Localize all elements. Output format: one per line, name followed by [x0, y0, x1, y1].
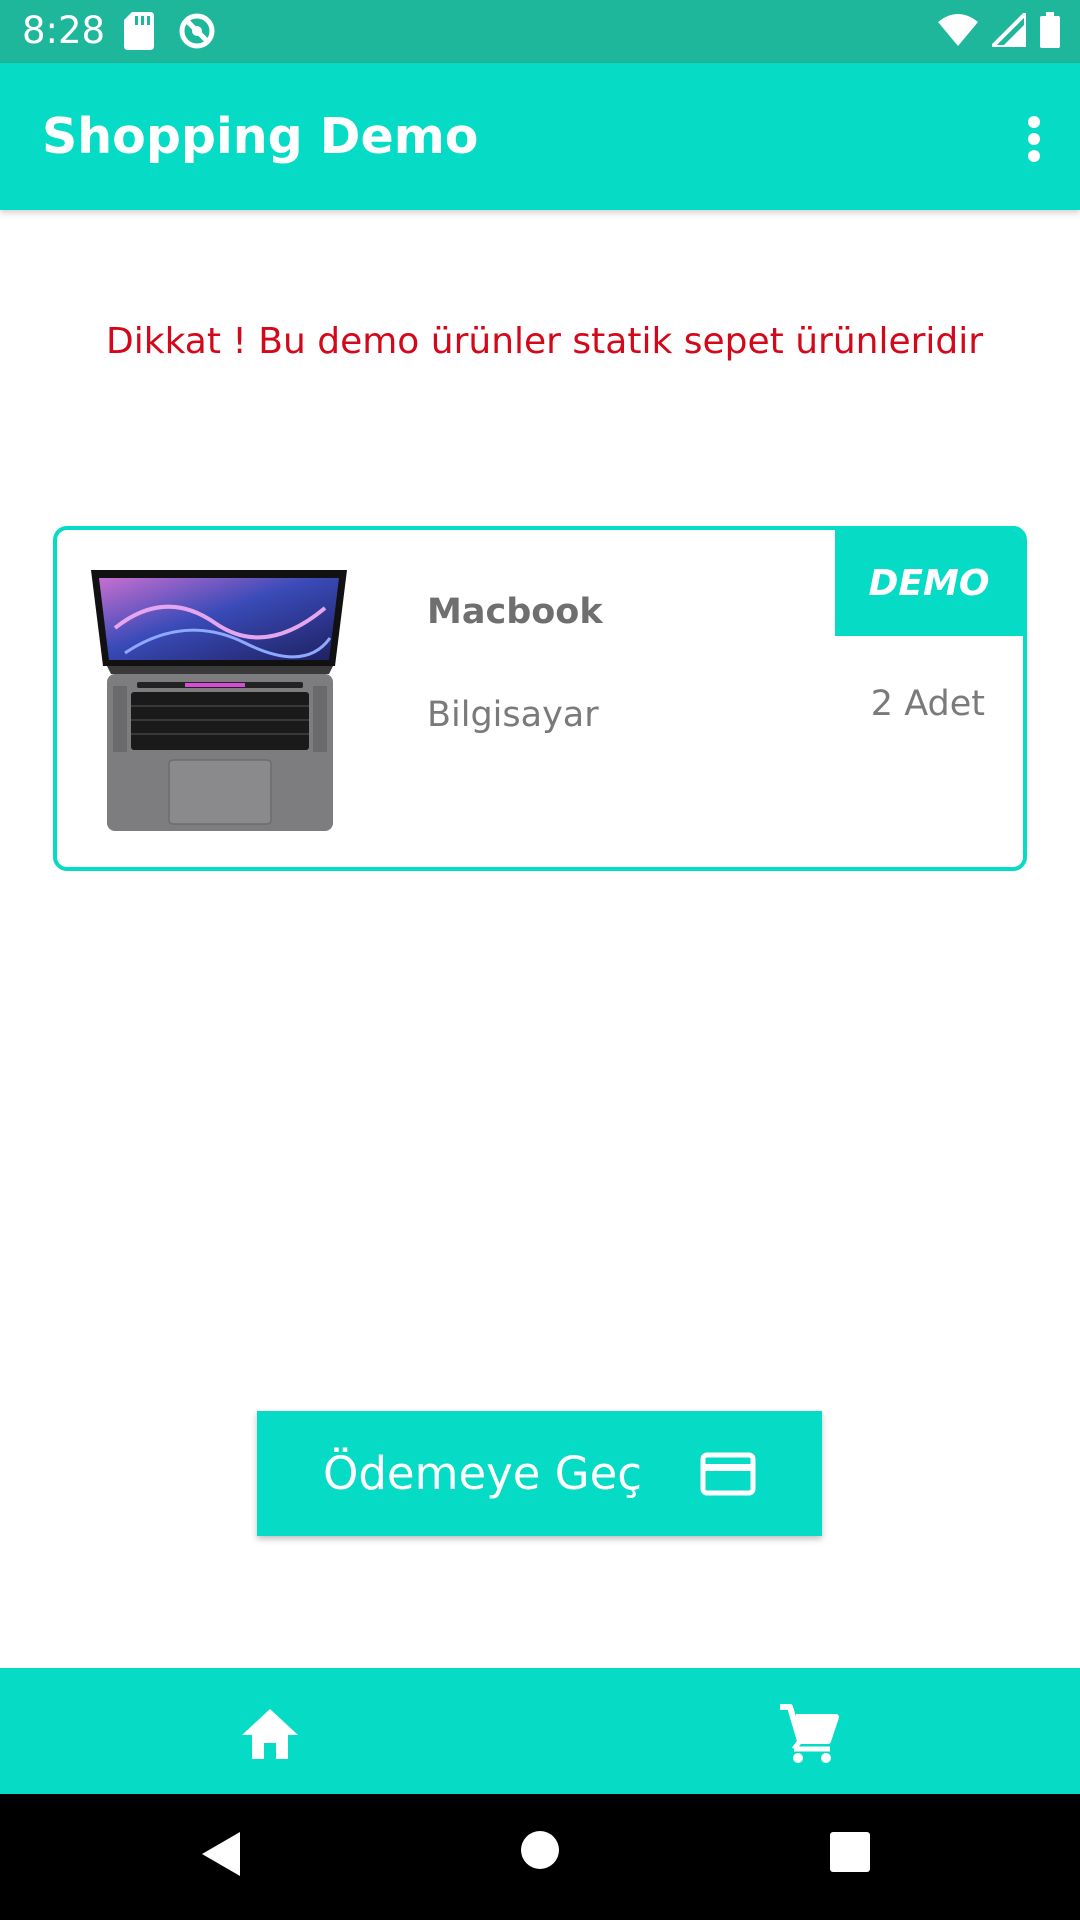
wifi-icon: [938, 14, 978, 46]
product-category: Bilgisayar: [427, 695, 599, 735]
laptop-image: [91, 570, 347, 831]
nav-home-button[interactable]: [238, 1701, 302, 1765]
overflow-menu-button[interactable]: [1006, 103, 1062, 175]
demo-badge: DEMO: [835, 530, 1023, 636]
product-quantity: 2 Adet: [870, 684, 985, 724]
demo-warning-text: Dikkat ! Bu demo ürünler statik sepet ür…: [106, 321, 984, 362]
recents-icon[interactable]: [830, 1832, 870, 1872]
credit-card-icon: [700, 1452, 756, 1495]
app-bar: Shopping Demo: [0, 63, 1080, 210]
sd-card-icon: [124, 12, 154, 50]
battery-icon: [1040, 12, 1060, 48]
shopping-cart-icon: [780, 1704, 839, 1763]
nav-cart-button[interactable]: [776, 1701, 840, 1765]
system-navigation-bar: [0, 1794, 1080, 1920]
signal-icon: [992, 13, 1026, 47]
checkout-label: Ödemeye Geç: [322, 1446, 643, 1500]
status-time: 8:28: [22, 9, 106, 52]
app-title: Shopping Demo: [42, 108, 479, 165]
checkout-button[interactable]: Ödemeye Geç: [257, 1411, 822, 1536]
cart-item-card[interactable]: Macbook Bilgisayar DEMO 2 Adet: [53, 526, 1027, 871]
bottom-navigation: [0, 1668, 1080, 1794]
back-icon[interactable]: [200, 1830, 242, 1878]
status-bar: 8:28: [0, 0, 1080, 63]
home-circle-icon[interactable]: [520, 1830, 560, 1870]
product-name: Macbook: [427, 592, 603, 632]
home-icon: [242, 1709, 298, 1759]
sync-icon: [179, 13, 215, 49]
more-vert-icon: [1028, 116, 1040, 162]
